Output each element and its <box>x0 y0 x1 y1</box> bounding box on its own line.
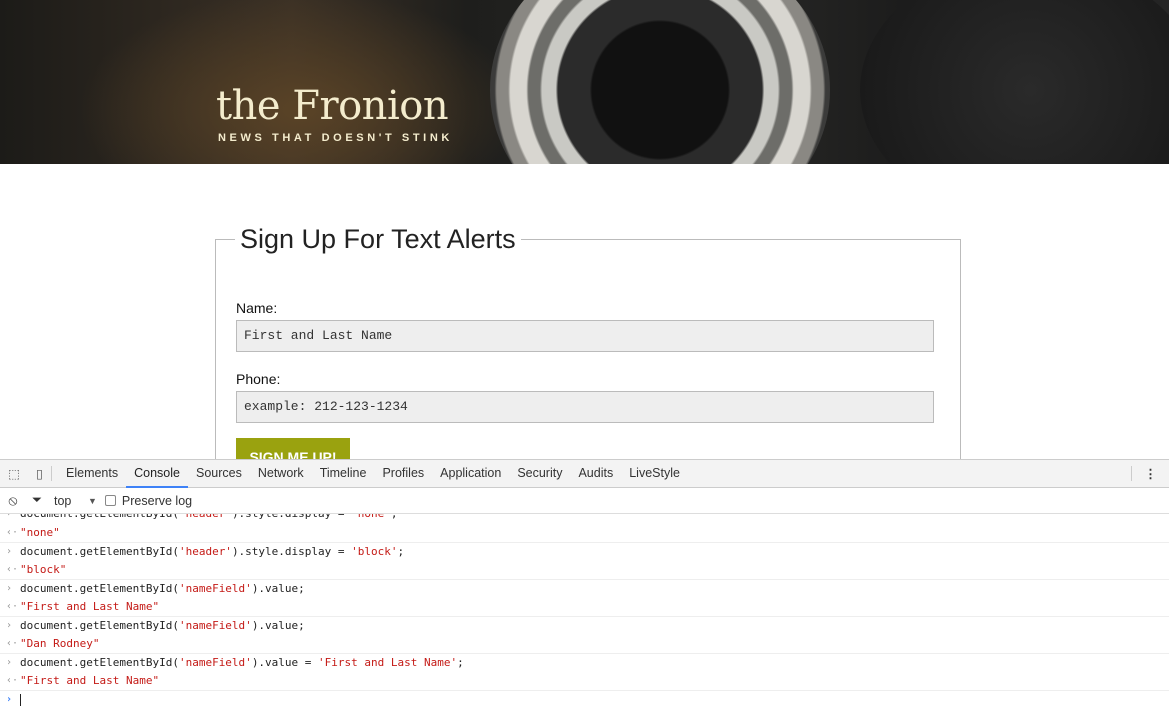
tab-profiles[interactable]: Profiles <box>374 460 432 488</box>
console-text: ).style.display = <box>231 545 352 558</box>
input-chevron-icon: › <box>6 620 13 631</box>
inspect-element-icon[interactable]: ⬚ <box>0 466 28 481</box>
console-input-line: › document.getElementById('nameField').va… <box>0 616 1169 635</box>
name-field[interactable]: First and Last Name <box>236 320 934 352</box>
console-text: "block" <box>20 562 67 576</box>
tab-elements[interactable]: Elements <box>58 460 126 488</box>
console-text: document.getElementById( <box>20 514 179 520</box>
console-text: 'header' <box>178 545 232 558</box>
camera-lens-image <box>490 0 830 164</box>
preserve-log-checkbox[interactable] <box>104 495 116 506</box>
clear-console-icon[interactable]: ⦸ <box>0 492 26 509</box>
console-text: document.getElementById( <box>20 656 179 669</box>
console-input-line: › document.getElementById('nameField').va… <box>0 653 1169 672</box>
console-text: ; <box>457 656 464 669</box>
tab-application[interactable]: Application <box>432 460 509 488</box>
more-options-icon[interactable]: ⋮ <box>1131 466 1169 481</box>
input-chevron-icon: › <box>6 583 13 594</box>
phone-label: Phone: <box>236 371 281 387</box>
console-text: ).value; <box>251 582 305 595</box>
console-text: "First and Last Name" <box>20 673 160 687</box>
phone-field[interactable]: example: 212-123-1234 <box>236 391 934 423</box>
form-legend: Sign Up For Text Alerts <box>240 224 516 254</box>
devtools-tabbar: ⬚ ▯ Elements Console Sources Network Timelin… <box>0 460 1169 488</box>
filter-icon[interactable]: ⏷ <box>26 493 48 508</box>
name-label: Name: <box>236 300 278 316</box>
tab-livestyle[interactable]: LiveStyle <box>621 460 688 488</box>
context-dropdown-icon[interactable]: ▼ <box>88 496 97 506</box>
console-output-line: ‹· "First and Last Name" <box>0 672 1169 691</box>
console-output-line: ‹· "First and Last Name" <box>0 598 1169 617</box>
output-arrow-icon: ‹· <box>6 600 19 612</box>
console-output-line: ‹· "block" <box>0 561 1169 580</box>
signup-form: Sign Up For Text Alerts Name: First and … <box>215 224 961 484</box>
console-text: ).value = <box>251 656 319 669</box>
input-chevron-icon: › <box>6 657 13 668</box>
console-input-line: › document.getElementById('header').style… <box>0 542 1169 561</box>
console-text: 'First and Last Name' <box>318 656 458 669</box>
console-output-line: ‹· "Dan Rodney" <box>0 635 1169 654</box>
output-arrow-icon: ‹· <box>6 637 19 649</box>
console-text: document.getElementById( <box>20 619 179 632</box>
output-arrow-icon: ‹· <box>6 674 19 686</box>
console-output-line: ‹· "none" <box>0 524 1169 543</box>
tab-sources[interactable]: Sources <box>188 460 250 488</box>
console-text: "none" <box>20 525 60 539</box>
console-input-line: › document.getElementById('nameField').va… <box>0 579 1169 598</box>
tab-audits[interactable]: Audits <box>570 460 621 488</box>
console-text: ).value; <box>251 619 305 632</box>
preserve-log-label: Preserve log <box>121 493 193 508</box>
output-arrow-icon: ‹· <box>6 526 19 538</box>
devtools-panel: ⬚ ▯ Elements Console Sources Network Timelin… <box>0 459 1169 706</box>
console-text: 'header' <box>179 514 232 520</box>
tab-network[interactable]: Network <box>250 460 312 488</box>
input-chevron-icon: › <box>6 514 12 524</box>
console-text: 'nameField' <box>178 582 252 595</box>
console-text: document.getElementById( <box>20 545 179 558</box>
console-prompt[interactable]: › <box>0 690 1169 706</box>
output-arrow-icon: ‹· <box>6 563 19 575</box>
console-text: ; <box>397 545 405 558</box>
console-output[interactable]: ›document.getElementById('header').style… <box>0 514 1169 706</box>
header-banner: the Fronion NEWS THAT DOESN'T STINK <box>0 0 1169 164</box>
site-tagline: NEWS THAT DOESN'T STINK <box>218 132 453 144</box>
console-text: 'nameField' <box>178 656 252 669</box>
device-toolbar-icon[interactable]: ▯ <box>28 466 52 481</box>
tab-security[interactable]: Security <box>509 460 570 488</box>
tab-timeline[interactable]: Timeline <box>312 460 375 488</box>
console-input-line: › document.getElementById('header').style… <box>0 514 1169 524</box>
site-logo[interactable]: the Fronion <box>216 86 449 126</box>
input-chevron-icon: › <box>6 546 13 557</box>
console-text: 'block' <box>351 545 398 558</box>
console-text: ).style.display = <box>232 514 351 520</box>
console-text: document.getElementById( <box>20 582 179 595</box>
console-toolbar: ⦸ ⏷ top ▼ Preserve log <box>0 488 1169 514</box>
console-text: ; <box>391 514 398 520</box>
console-text: "First and Last Name" <box>20 599 160 613</box>
context-selector[interactable]: top <box>54 494 88 508</box>
console-text: 'nameField' <box>178 619 252 632</box>
tab-console[interactable]: Console <box>126 460 188 488</box>
console-text: 'none' <box>351 514 391 520</box>
console-text: "Dan Rodney" <box>20 636 100 650</box>
